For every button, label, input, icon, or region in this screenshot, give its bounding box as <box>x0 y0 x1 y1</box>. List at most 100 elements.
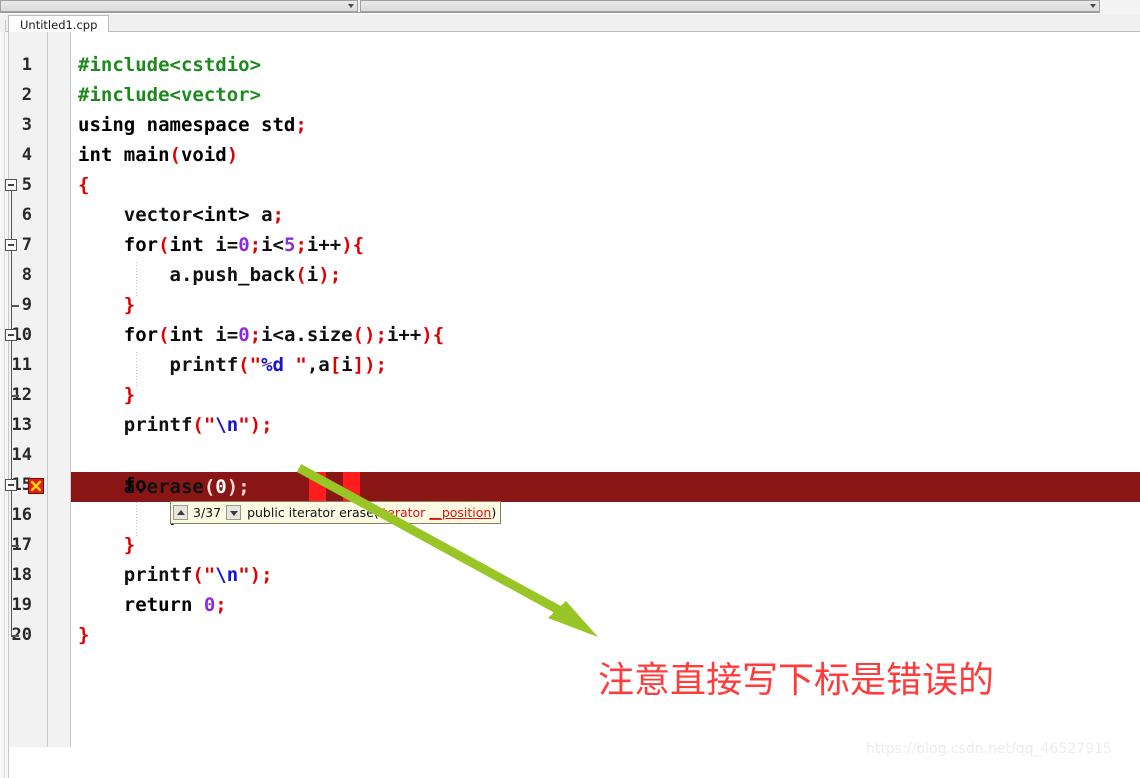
code-token: ; <box>249 234 262 256</box>
code-token: } <box>78 624 90 646</box>
code-token: ) <box>249 564 262 586</box>
code-line[interactable]: } <box>78 290 135 320</box>
code-token: fo <box>78 474 147 496</box>
code-line[interactable]: printf("%d ",a[i]); <box>78 350 388 380</box>
code-token: ) <box>226 476 239 498</box>
code-line[interactable]: #include<cstdio> <box>78 50 261 80</box>
fold-toggle-icon[interactable] <box>5 179 17 191</box>
selection-highlight-close-paren <box>343 472 360 502</box>
chevron-down-icon <box>1090 4 1096 8</box>
code-token: ; <box>329 264 342 286</box>
fold-end-tick <box>10 635 19 637</box>
code-line[interactable]: #include<vector> <box>78 80 261 110</box>
line-number: 2 <box>21 85 32 105</box>
code-line[interactable]: a.push_back(i); <box>78 260 342 290</box>
signature-param-type: iterator <box>378 505 426 520</box>
fold-toggle-icon[interactable] <box>5 239 17 251</box>
code-token: void <box>180 144 227 166</box>
code-line[interactable]: } <box>78 620 89 650</box>
watermark: https://blog.csdn.net/qq_46527915 <box>866 741 1112 757</box>
fold-toggle-icon[interactable] <box>5 479 17 491</box>
line-number: 13 <box>11 415 32 435</box>
code-token: ) <box>318 264 330 286</box>
tab-untitled1-cpp[interactable]: Untitled1.cpp <box>8 15 110 33</box>
code-token: } <box>78 534 136 556</box>
code-line[interactable]: int main(void) <box>78 140 238 170</box>
code-token: ; <box>295 234 307 256</box>
line-number: 20 <box>11 625 32 645</box>
code-line[interactable]: printf("\n"); <box>78 560 273 590</box>
code-line[interactable]: } <box>78 380 135 410</box>
code-token: printf <box>78 414 193 436</box>
line-number: 19 <box>11 595 32 615</box>
fold-toggle-icon[interactable] <box>5 329 17 341</box>
code-token: int <box>203 204 239 226</box>
code-line[interactable]: vector<int> a; <box>78 200 284 230</box>
code-token: > <box>238 204 250 226</box>
code-line[interactable]: { <box>78 170 89 200</box>
code-token: " <box>238 564 250 586</box>
code-token: ; <box>249 324 262 346</box>
code-token: i <box>306 264 319 286</box>
code-token: < <box>192 204 204 226</box>
code-line[interactable]: using namespace std; <box>78 110 307 140</box>
editor-tabstrip: Untitled1.cpp <box>0 14 1140 33</box>
tab-label: Untitled1.cpp <box>20 18 98 32</box>
code-token: #include<cstdio> <box>78 54 262 76</box>
code-token: () <box>352 324 376 346</box>
code-token: " <box>203 414 216 436</box>
code-token: i= <box>203 234 239 256</box>
code-token: ( <box>192 564 204 586</box>
line-number: 18 <box>11 565 32 585</box>
tooltip-overload-count: 3/37 <box>193 505 222 520</box>
fold-connector <box>10 341 12 395</box>
code-line[interactable]: return 0; <box>78 590 227 620</box>
fold-margin[interactable] <box>48 32 70 747</box>
line-number: 9 <box>21 295 32 315</box>
code-token: ( <box>158 324 170 346</box>
annotation-note-text: 注意直接写下标是错误的 <box>598 660 995 701</box>
triangle-down-icon[interactable] <box>226 505 242 520</box>
member-combobox[interactable] <box>360 0 1100 12</box>
code-token: ) <box>226 144 239 166</box>
line-number: 11 <box>11 355 32 375</box>
code-token: " <box>203 564 216 586</box>
error-line-highlight: a.erase(0); <box>71 472 1140 502</box>
triangle-up-icon[interactable] <box>173 505 188 520</box>
code-token: for <box>78 234 159 256</box>
code-token: " <box>283 354 307 376</box>
code-token: a.push_back <box>78 264 296 286</box>
code-line[interactable]: printf("\n"); <box>78 410 273 440</box>
selection-highlight-open-paren <box>309 472 326 502</box>
code-token: 0 <box>238 324 250 346</box>
code-line[interactable]: for(int i=0;i<5;i++){ <box>78 230 364 260</box>
code-token: return <box>78 594 193 616</box>
signature-prefix: public iterator erase( <box>247 505 379 520</box>
code-token: 0 <box>203 594 216 616</box>
signature-suffix: ) <box>491 505 497 520</box>
code-token: i <box>341 354 353 376</box>
code-line[interactable]: } <box>78 530 135 560</box>
code-token: for <box>78 324 159 346</box>
code-token: ; <box>238 476 250 498</box>
line-number: 12 <box>11 385 32 405</box>
code-line[interactable]: for(int i=0;i<a.size();i++){ <box>78 320 444 350</box>
line-number: 8 <box>21 265 32 285</box>
error-x-icon[interactable] <box>28 478 44 494</box>
line-number: 1 <box>21 55 32 75</box>
code-token: ; <box>375 324 387 346</box>
code-token: 5 <box>283 234 296 256</box>
code-line[interactable]: fo <box>78 470 147 500</box>
code-token: ( <box>238 354 250 376</box>
toolbar-right-filler <box>1100 0 1140 15</box>
signature-help-tooltip[interactable]: 3/37 public iterator erase(iterator __po… <box>170 501 502 524</box>
code-token: printf <box>78 564 193 586</box>
code-token: ( <box>169 144 181 166</box>
gutter-bottom-filler <box>9 747 71 778</box>
code-token: ; <box>215 594 227 616</box>
code-token: } <box>78 384 136 406</box>
fold-margin-divider <box>70 32 71 747</box>
tooltip-signature: public iterator erase(iterator __positio… <box>241 505 496 520</box>
code-token: ) <box>249 414 262 436</box>
class-combobox[interactable] <box>0 0 358 12</box>
